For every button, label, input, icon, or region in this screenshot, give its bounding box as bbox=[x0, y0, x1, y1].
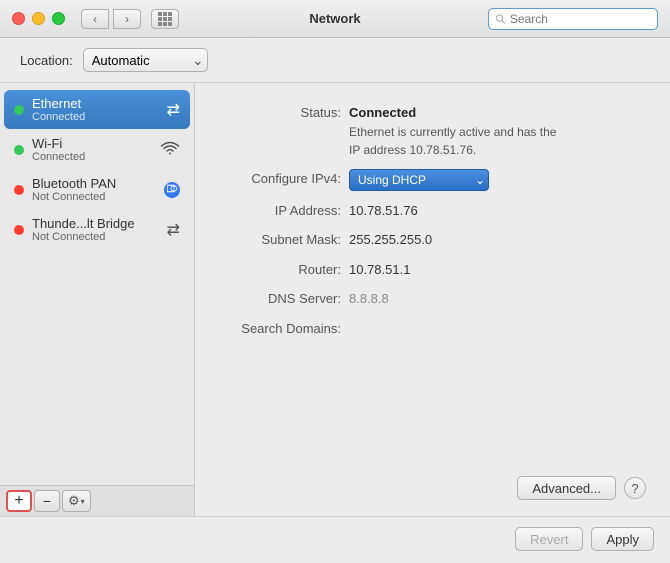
configure-label: Configure IPv4: bbox=[219, 169, 349, 189]
gear-dropdown-arrow: ▾ bbox=[81, 497, 85, 506]
location-bar: Location: Automatic Edit Locations... ⌄ bbox=[0, 38, 670, 83]
location-label: Location: bbox=[20, 53, 73, 68]
grid-icon bbox=[158, 12, 172, 26]
subnet-value: 255.255.255.0 bbox=[349, 230, 432, 250]
grid-button[interactable] bbox=[151, 9, 179, 29]
remove-network-button[interactable]: − bbox=[34, 490, 60, 512]
status-value-block: Connected Ethernet is currently active a… bbox=[349, 103, 569, 159]
gear-icon: ⚙ bbox=[68, 493, 80, 509]
sidebar-item-thunderbolt[interactable]: Thunde...lt Bridge Not Connected ⇄ bbox=[4, 210, 190, 249]
location-select-wrapper: Automatic Edit Locations... ⌄ bbox=[83, 48, 208, 72]
detail-panel: Status: Connected Ethernet is currently … bbox=[195, 83, 670, 516]
add-network-button[interactable]: + bbox=[6, 490, 32, 512]
net-info-wifi: Wi-Fi Connected bbox=[32, 136, 152, 163]
maximize-button[interactable] bbox=[52, 12, 65, 25]
back-button[interactable]: ‹ bbox=[81, 9, 109, 29]
sidebar-item-bluetooth-pan[interactable]: Bluetooth PAN Not Connected ⎄ bbox=[4, 170, 190, 209]
net-status-bluetooth: Not Connected bbox=[32, 191, 156, 203]
router-row: Router: 10.78.51.1 bbox=[219, 260, 646, 280]
help-button[interactable]: ? bbox=[624, 477, 646, 499]
dns-value: 8.8.8.8 bbox=[349, 289, 389, 309]
net-status-ethernet: Connected bbox=[32, 111, 159, 123]
traffic-lights bbox=[12, 12, 65, 25]
close-button[interactable] bbox=[12, 12, 25, 25]
ip-label: IP Address: bbox=[219, 201, 349, 221]
detail-fields: Status: Connected Ethernet is currently … bbox=[219, 103, 646, 468]
bottom-bar: Revert Apply bbox=[0, 516, 670, 563]
net-status-thunderbolt: Not Connected bbox=[32, 231, 159, 243]
net-name-bluetooth: Bluetooth PAN bbox=[32, 176, 156, 191]
ethernet-icon-thunderbolt: ⇄ bbox=[167, 220, 180, 240]
sidebar-item-wifi[interactable]: Wi-Fi Connected bbox=[4, 130, 190, 169]
ethernet-icon: ⇄ bbox=[167, 100, 180, 120]
body: Ethernet Connected ⇄ Wi-Fi Connected bbox=[0, 83, 670, 516]
wifi-icon bbox=[160, 139, 180, 160]
title-bar: ‹ › Network bbox=[0, 0, 670, 38]
dns-row: DNS Server: 8.8.8.8 bbox=[219, 289, 646, 309]
net-info-thunderbolt: Thunde...lt Bridge Not Connected bbox=[32, 216, 159, 243]
sidebar-toolbar: + − ⚙ ▾ bbox=[0, 485, 194, 516]
router-value: 10.78.51.1 bbox=[349, 260, 410, 280]
nav-buttons: ‹ › bbox=[81, 9, 141, 29]
search-box[interactable] bbox=[488, 8, 658, 30]
apply-button[interactable]: Apply bbox=[591, 527, 654, 551]
subnet-label: Subnet Mask: bbox=[219, 230, 349, 250]
net-info-ethernet: Ethernet Connected bbox=[32, 96, 159, 123]
location-select[interactable]: Automatic Edit Locations... bbox=[83, 48, 208, 72]
gear-button[interactable]: ⚙ ▾ bbox=[62, 490, 91, 512]
status-dot-ethernet bbox=[14, 105, 24, 115]
subnet-row: Subnet Mask: 255.255.255.0 bbox=[219, 230, 646, 250]
status-dot-thunderbolt bbox=[14, 225, 24, 235]
net-name-wifi: Wi-Fi bbox=[32, 136, 152, 151]
search-domains-row: Search Domains: bbox=[219, 319, 646, 339]
status-connected: Connected bbox=[349, 103, 569, 123]
status-description: Ethernet is currently active and has the… bbox=[349, 123, 569, 159]
dns-label: DNS Server: bbox=[219, 289, 349, 309]
net-name-thunderbolt: Thunde...lt Bridge bbox=[32, 216, 159, 231]
search-domains-label: Search Domains: bbox=[219, 319, 349, 339]
detail-bottom: Advanced... ? bbox=[219, 468, 646, 500]
ip-value: 10.78.51.76 bbox=[349, 201, 418, 221]
revert-button[interactable]: Revert bbox=[515, 527, 583, 551]
status-label: Status: bbox=[219, 103, 349, 123]
window-title: Network bbox=[309, 11, 360, 26]
main-content: Location: Automatic Edit Locations... ⌄ … bbox=[0, 38, 670, 563]
status-row: Status: Connected Ethernet is currently … bbox=[219, 103, 646, 159]
net-name-ethernet: Ethernet bbox=[32, 96, 159, 111]
status-dot-bluetooth bbox=[14, 185, 24, 195]
configure-select[interactable]: Using DHCP Manually Off bbox=[349, 169, 489, 191]
configure-row: Configure IPv4: Using DHCP Manually Off … bbox=[219, 169, 646, 191]
minimize-button[interactable] bbox=[32, 12, 45, 25]
sidebar: Ethernet Connected ⇄ Wi-Fi Connected bbox=[0, 83, 195, 516]
advanced-button[interactable]: Advanced... bbox=[517, 476, 616, 500]
network-list: Ethernet Connected ⇄ Wi-Fi Connected bbox=[0, 83, 194, 485]
net-status-wifi: Connected bbox=[32, 151, 152, 163]
configure-select-wrapper: Using DHCP Manually Off ⌄ bbox=[349, 169, 489, 191]
status-dot-wifi bbox=[14, 145, 24, 155]
ip-row: IP Address: 10.78.51.76 bbox=[219, 201, 646, 221]
sidebar-item-ethernet[interactable]: Ethernet Connected ⇄ bbox=[4, 90, 190, 129]
revert-apply-buttons: Revert Apply bbox=[515, 527, 654, 551]
forward-button[interactable]: › bbox=[113, 9, 141, 29]
search-input[interactable] bbox=[510, 12, 651, 26]
search-icon bbox=[495, 13, 506, 25]
router-label: Router: bbox=[219, 260, 349, 280]
bluetooth-icon: ⎄ bbox=[164, 182, 180, 198]
detail-action-buttons: Advanced... ? bbox=[517, 476, 646, 500]
net-info-bluetooth: Bluetooth PAN Not Connected bbox=[32, 176, 156, 203]
